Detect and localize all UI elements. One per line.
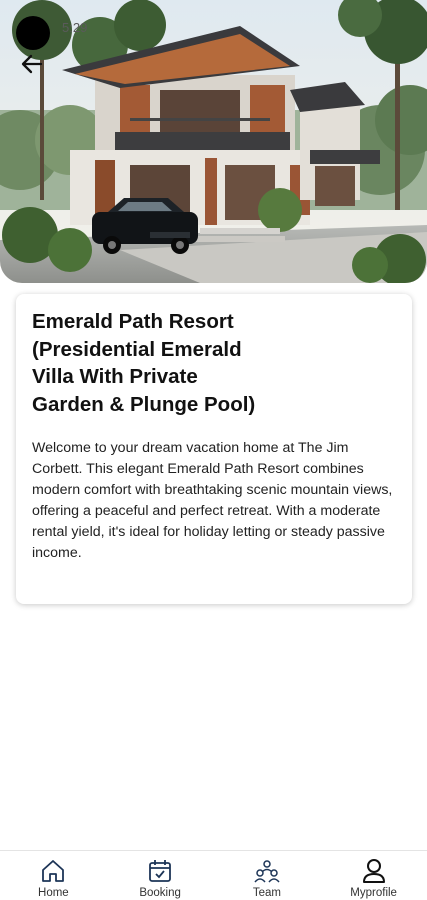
arrow-left-icon xyxy=(21,54,43,74)
property-description: Welcome to your dream vacation home at T… xyxy=(32,440,393,561)
team-icon xyxy=(254,860,280,883)
profile-icon xyxy=(362,859,385,883)
nav-home-label: Home xyxy=(38,887,69,899)
nav-team[interactable]: Team xyxy=(214,851,321,900)
nav-myprofile[interactable]: Myprofile xyxy=(320,851,427,900)
back-button[interactable] xyxy=(18,50,46,78)
camera-cutout xyxy=(16,16,50,50)
nav-team-label: Team xyxy=(252,887,281,899)
bottom-nav: Home Booking Team Myprofile xyxy=(0,850,427,900)
nav-myprofile-label: Myprofile xyxy=(350,887,397,899)
nav-booking-label: Booking xyxy=(139,887,181,899)
calendar-check-icon xyxy=(149,860,172,882)
property-title: Emerald Path Resort (Presidential Emeral… xyxy=(32,310,256,416)
nav-home[interactable]: Home xyxy=(0,851,107,900)
hero-image xyxy=(0,0,427,283)
property-card: Emerald Path Resort (Presidential Emeral… xyxy=(16,294,412,604)
nav-booking[interactable]: Booking xyxy=(107,851,214,900)
villa-photo xyxy=(0,0,427,283)
home-icon xyxy=(42,860,65,882)
status-time: 5:29 xyxy=(62,20,88,35)
